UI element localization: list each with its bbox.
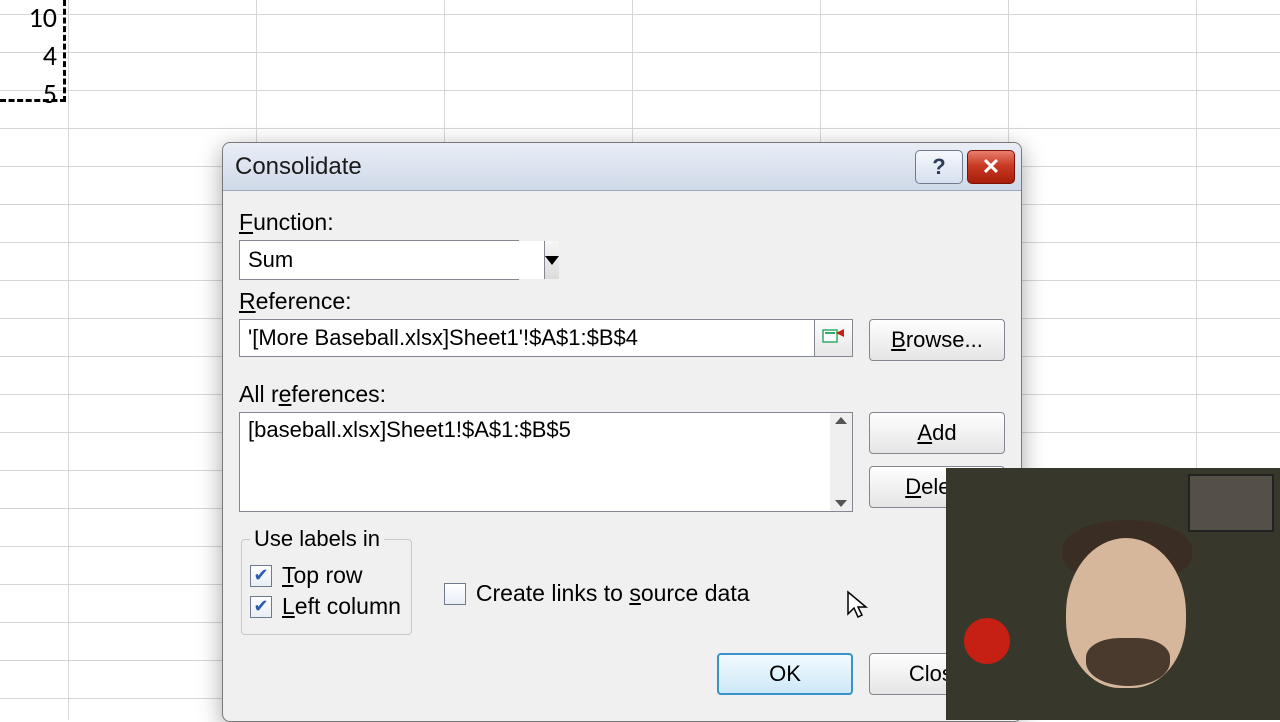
- dialog-title: Consolidate: [235, 153, 911, 181]
- all-references-list[interactable]: [baseball.xlsx]Sheet1!$A$1:$B$5: [239, 412, 853, 512]
- scrollbar[interactable]: [830, 413, 852, 511]
- chevron-down-icon[interactable]: [544, 241, 559, 279]
- use-labels-legend: Use labels in: [250, 526, 384, 552]
- selection-marquee: 10 4 5: [0, 0, 66, 102]
- cell-value: 10: [29, 0, 57, 35]
- add-button[interactable]: Add: [869, 412, 1005, 454]
- reference-label: Reference:: [239, 288, 1005, 315]
- top-row-checkbox[interactable]: ✔Top row: [250, 562, 401, 589]
- function-combo[interactable]: [239, 240, 519, 280]
- reference-input[interactable]: [240, 320, 814, 356]
- help-button[interactable]: ?: [915, 150, 963, 184]
- collapse-dialog-icon[interactable]: [814, 320, 852, 356]
- use-labels-group: Use labels in ✔Top row ✔Left column: [241, 526, 412, 635]
- cell-value: 4: [43, 38, 57, 73]
- all-references-label: All references:: [239, 381, 1005, 408]
- function-input[interactable]: [240, 241, 544, 279]
- create-links-checkbox[interactable]: Create links to source data: [444, 580, 750, 607]
- function-label: Function:: [239, 209, 1005, 236]
- dialog-titlebar[interactable]: Consolidate ? ✕: [223, 143, 1021, 191]
- scroll-up-icon[interactable]: [835, 417, 847, 424]
- consolidate-dialog: Consolidate ? ✕ Function: Reference: Bro…: [222, 142, 1022, 722]
- list-item[interactable]: [baseball.xlsx]Sheet1!$A$1:$B$5: [248, 417, 830, 443]
- browse-button[interactable]: Browse...: [869, 319, 1005, 361]
- cell-value: 5: [43, 76, 57, 111]
- webcam-overlay: [946, 468, 1280, 720]
- scroll-down-icon[interactable]: [835, 500, 847, 507]
- ok-button[interactable]: OK: [717, 653, 853, 695]
- left-column-checkbox[interactable]: ✔Left column: [250, 593, 401, 620]
- close-icon[interactable]: ✕: [967, 150, 1015, 184]
